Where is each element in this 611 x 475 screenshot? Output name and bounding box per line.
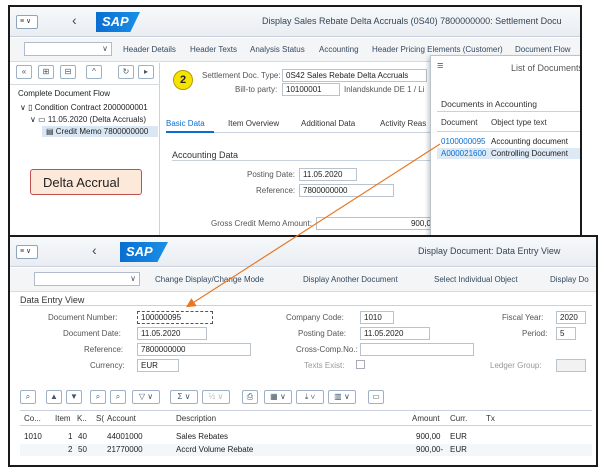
connector-arrow: [185, 143, 441, 308]
